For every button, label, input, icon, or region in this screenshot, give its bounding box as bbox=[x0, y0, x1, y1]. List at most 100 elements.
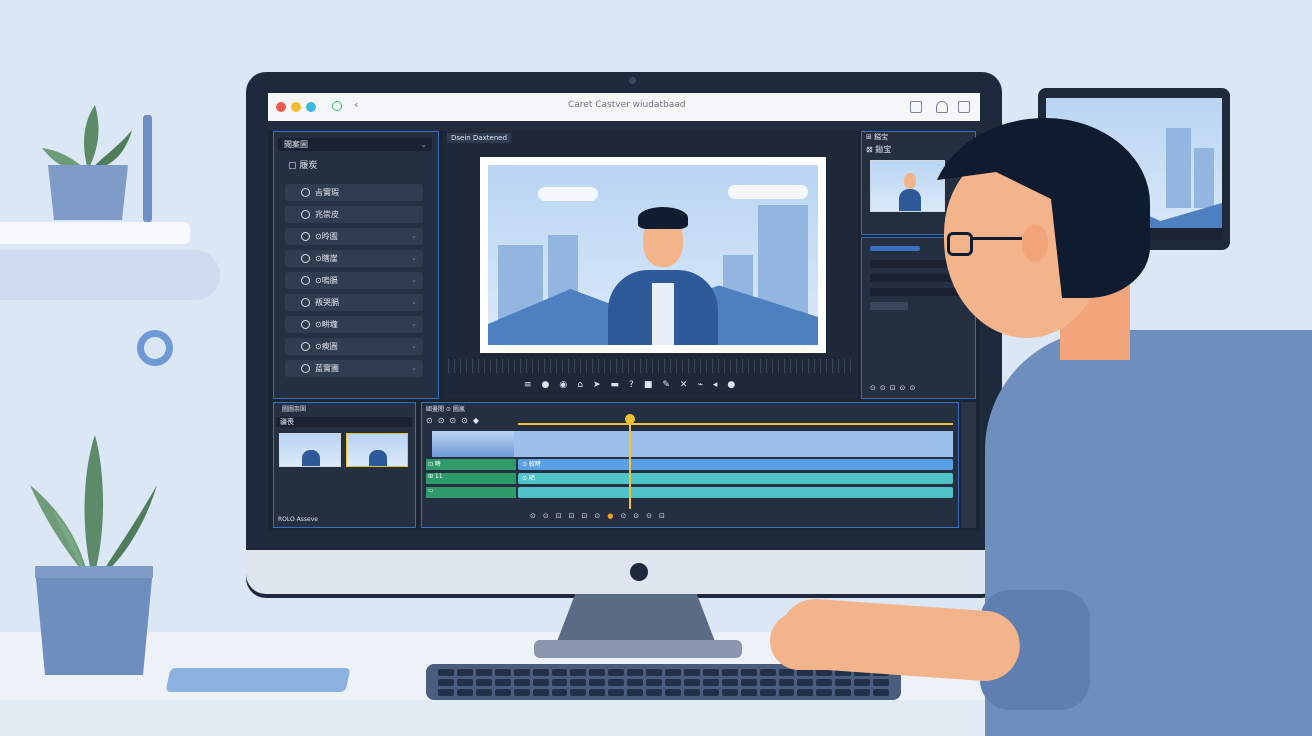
close-window-button[interactable] bbox=[276, 102, 286, 112]
menu-item[interactable]: ᅠ bbox=[338, 123, 344, 130]
media-bin-filter[interactable]: 疆喪 bbox=[276, 417, 412, 427]
record-icon[interactable]: ● bbox=[542, 380, 550, 390]
source-header: ⊞ 鎰宝 bbox=[866, 133, 889, 141]
effect-icon bbox=[301, 254, 310, 263]
transport-button[interactable]: ⊙ bbox=[646, 512, 652, 520]
effect-item[interactable]: 㫖實瑕 bbox=[285, 184, 423, 201]
effect-label: ⊙畊壠 bbox=[315, 320, 338, 329]
source-subheader: ⊠ 鎰宝 bbox=[866, 145, 892, 154]
effect-item[interactable]: ⊙昤圔 ⌄ bbox=[285, 228, 423, 245]
person-hand bbox=[770, 612, 850, 670]
audio-track-clip[interactable]: ⊙ 晒 bbox=[518, 473, 953, 484]
media-clip-thumbnail[interactable] bbox=[346, 433, 408, 467]
menu-item[interactable]: ᅠ bbox=[319, 123, 325, 130]
sidebar-toggle-icon[interactable] bbox=[910, 101, 922, 113]
effect-label: ⊙嗚膈 bbox=[315, 276, 338, 285]
preview-video[interactable] bbox=[488, 165, 818, 345]
cut-icon[interactable]: ✕ bbox=[680, 380, 688, 390]
back-arrow-icon[interactable]: ‹ bbox=[354, 98, 358, 111]
effect-item[interactable]: ⊙瘐圓 ⌄ bbox=[285, 338, 423, 355]
viewer-tab[interactable]: Dsein Daxtened bbox=[447, 133, 512, 143]
media-clip-thumbnail[interactable] bbox=[279, 433, 341, 467]
menu-item[interactable]: ᅠ bbox=[280, 123, 286, 130]
effect-item[interactable]: ⊙嗚膈 ⌄ bbox=[285, 272, 423, 289]
effect-icon[interactable]: ⌁ bbox=[697, 380, 702, 390]
camera-icon bbox=[629, 77, 636, 84]
media-bin-subtitle: 疆喪 bbox=[280, 418, 294, 426]
transport-button[interactable]: ⊡ bbox=[569, 512, 575, 520]
effect-label: 㫖實瑕 bbox=[315, 188, 339, 197]
window-menu-icon[interactable] bbox=[958, 101, 970, 113]
marker-icon[interactable]: ◉ bbox=[559, 380, 567, 390]
play-icon[interactable]: ● bbox=[727, 380, 735, 390]
chevron-down-icon: ⌄ bbox=[411, 276, 417, 284]
inspector-button[interactable] bbox=[870, 302, 908, 310]
wall-ring-decoration bbox=[137, 330, 173, 366]
monitor-stand-foot bbox=[534, 640, 742, 658]
effect-item[interactable]: 叛哭膈 ⌄ bbox=[285, 294, 423, 311]
transport-button[interactable]: ⊙ bbox=[594, 512, 600, 520]
timeline-ruler[interactable] bbox=[518, 423, 953, 425]
wall-shelf bbox=[0, 222, 190, 244]
effect-item[interactable]: ⊙瞎崖 ⌄ bbox=[285, 250, 423, 267]
effect-icon bbox=[301, 364, 310, 373]
monitor-stand-neck bbox=[556, 594, 716, 644]
transport-button[interactable]: ⊙ bbox=[543, 512, 549, 520]
window-titlebar: ‹ Caret Castver wiudatbaad bbox=[268, 93, 980, 121]
effect-icon bbox=[301, 276, 310, 285]
inspector-field[interactable] bbox=[870, 288, 968, 296]
chevron-down-icon: ⌄ bbox=[411, 342, 417, 350]
inspector-tools[interactable]: ⊙⊙⊡⊙⊙ bbox=[870, 384, 919, 392]
video-track-clip[interactable] bbox=[432, 431, 953, 457]
stop-icon[interactable]: ■ bbox=[644, 380, 653, 390]
effect-item[interactable]: ⊙畊壠 ⌄ bbox=[285, 316, 423, 333]
minimize-window-button[interactable] bbox=[291, 102, 301, 112]
trim-icon[interactable]: ▬ bbox=[611, 380, 620, 390]
effect-icon bbox=[301, 210, 310, 219]
media-bin-footer: ROLO Asseve bbox=[278, 516, 318, 523]
window-title: Caret Castver wiudatbaad bbox=[568, 100, 686, 110]
effect-icon bbox=[301, 298, 310, 307]
maximize-window-button[interactable] bbox=[306, 102, 316, 112]
effect-label: ⊙瘐圓 bbox=[315, 342, 338, 351]
source-thumbnail[interactable] bbox=[870, 160, 945, 212]
help-icon[interactable]: ? bbox=[629, 380, 634, 390]
menu-icon[interactable]: ≡ bbox=[524, 380, 532, 390]
power-button[interactable] bbox=[630, 563, 648, 581]
transport-button[interactable]: ⊡ bbox=[659, 512, 665, 520]
effect-icon bbox=[301, 188, 310, 197]
media-bin-title: 圖圖崇圉 bbox=[282, 406, 307, 413]
track-header[interactable]: ▭ bbox=[426, 487, 516, 498]
shield-icon[interactable] bbox=[936, 101, 948, 113]
inspector-slider[interactable] bbox=[870, 246, 920, 251]
chevron-down-icon: ⌄ bbox=[411, 320, 417, 328]
media-bin-panel: 圖圖崇圉 疆喪 ROLO Asseve bbox=[273, 402, 416, 528]
effect-label: 蓝實圕 bbox=[315, 364, 339, 373]
timeline-scrollbar[interactable] bbox=[961, 402, 976, 528]
transport-button[interactable]: ⊙ bbox=[633, 512, 639, 520]
home-icon[interactable]: ⌂ bbox=[577, 380, 583, 390]
volume-icon[interactable]: ◂ bbox=[713, 380, 718, 390]
menu-item[interactable]: ᅠ bbox=[299, 123, 305, 130]
track-header[interactable]: ⊡ 畊 bbox=[426, 459, 516, 470]
transport-button[interactable]: ⊙ bbox=[530, 512, 536, 520]
play-button[interactable]: ● bbox=[607, 512, 613, 520]
viewer-scrubber[interactable] bbox=[448, 359, 852, 373]
presenter-hair bbox=[638, 207, 688, 229]
track-header[interactable]: ⊞ 11 bbox=[426, 473, 516, 484]
effect-item[interactable]: 兆崇皮 bbox=[285, 206, 423, 223]
transport-button[interactable]: ⊡ bbox=[582, 512, 588, 520]
glasses-icon bbox=[947, 232, 973, 256]
monitor-chin bbox=[246, 550, 1002, 594]
audio-track-clip[interactable] bbox=[518, 487, 953, 498]
pointer-icon[interactable]: ➤ bbox=[593, 380, 601, 390]
effect-item[interactable]: 蓝實圕 ⌄ bbox=[285, 360, 423, 377]
pen-icon[interactable]: ✎ bbox=[662, 380, 670, 390]
refresh-icon[interactable] bbox=[332, 101, 342, 111]
timeline-transport: ⊙ ⊙ ⊡ ⊡ ⊡ ⊙ ● ⊙ ⊙ ⊙ ⊡ bbox=[530, 512, 665, 520]
transport-button[interactable]: ⊡ bbox=[556, 512, 562, 520]
playhead[interactable] bbox=[629, 417, 631, 509]
timeline-tools[interactable]: ⊙⊙⊙⊙◆ bbox=[426, 416, 484, 425]
audio-track-clip[interactable]: ⊙ 軟畊 bbox=[518, 459, 953, 470]
transport-button[interactable]: ⊙ bbox=[620, 512, 626, 520]
